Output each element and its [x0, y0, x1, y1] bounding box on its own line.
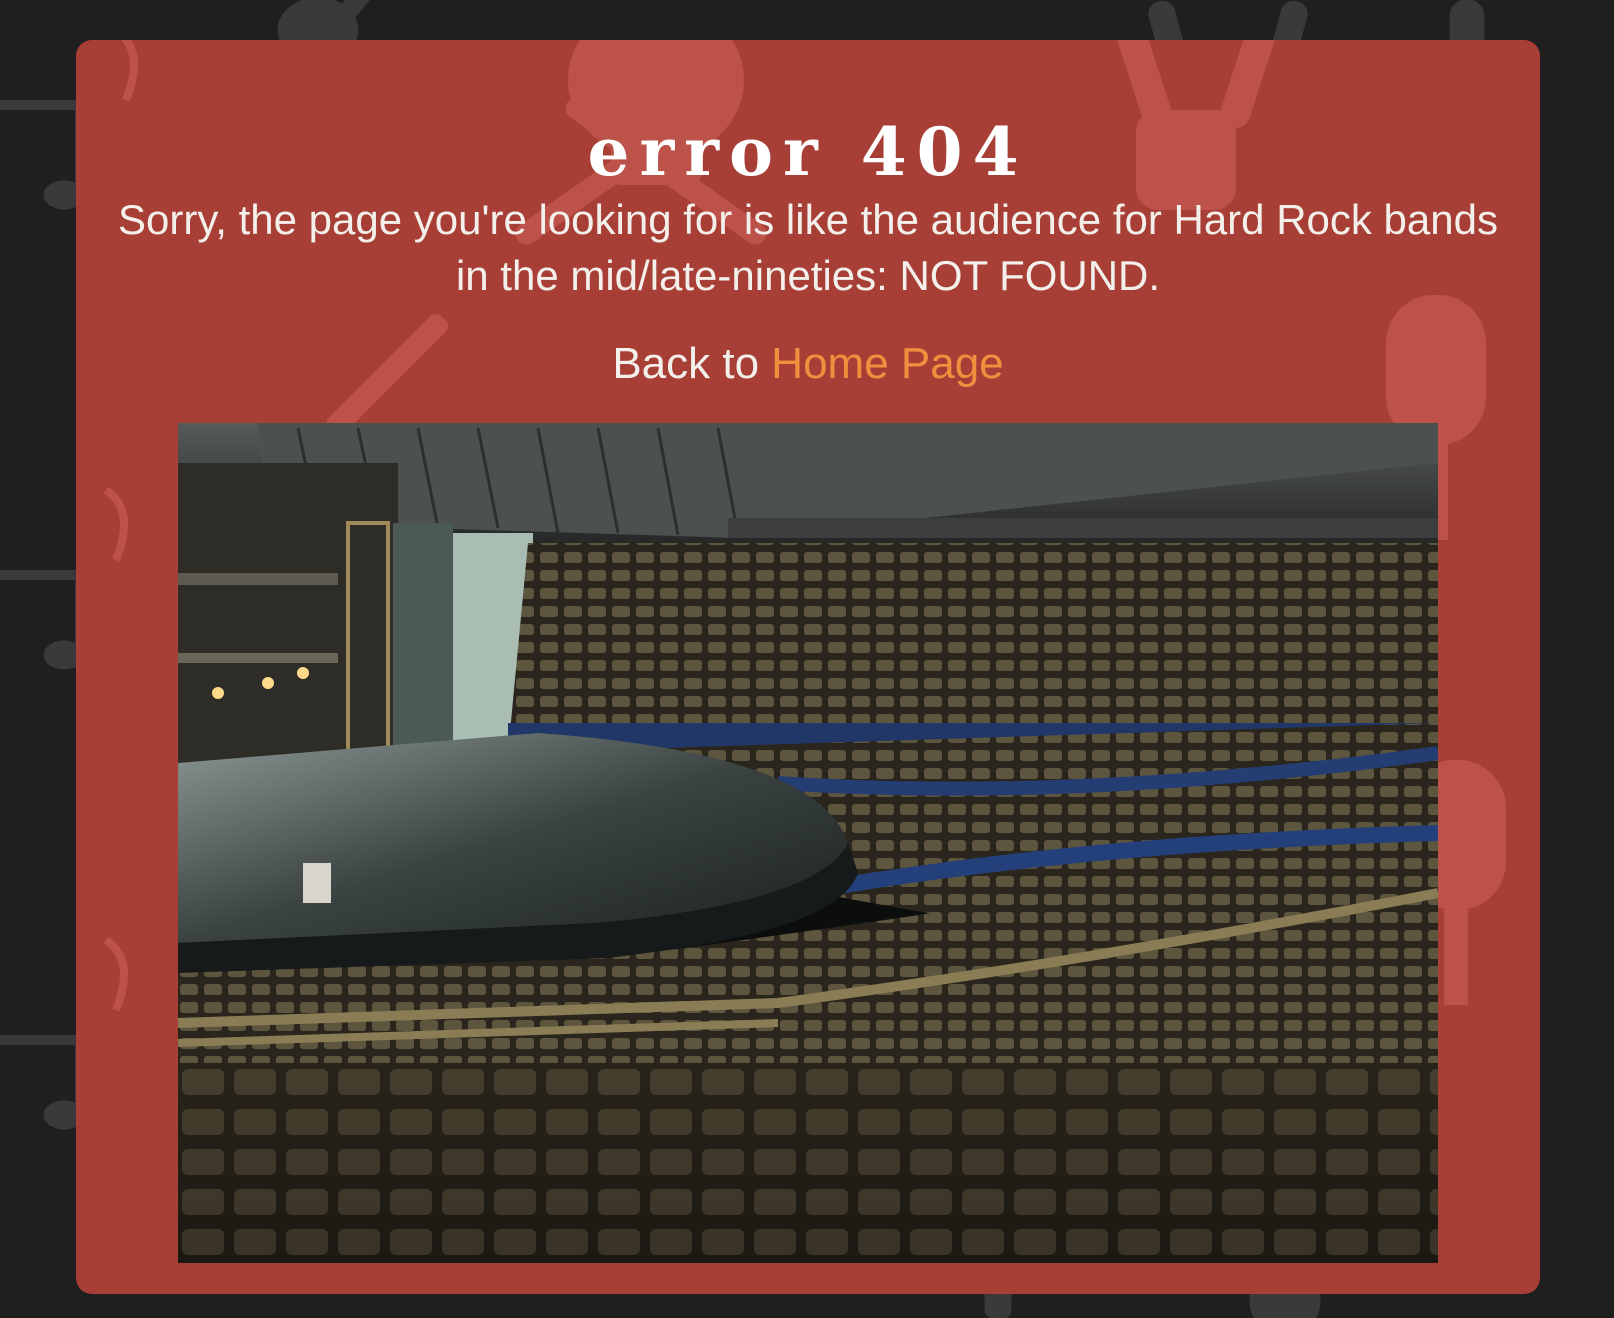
back-to-home: Back to Home Page — [76, 334, 1540, 394]
empty-auditorium-photo — [178, 423, 1438, 1263]
music-note-icon — [0, 100, 85, 210]
error-page: error 404 Sorry, the page you're looking… — [0, 0, 1614, 1318]
error-message: Sorry, the page you're looking for is li… — [118, 196, 1498, 299]
error-card: error 404 Sorry, the page you're looking… — [76, 40, 1540, 1294]
music-note-icon — [0, 570, 85, 670]
music-note-icon — [0, 1035, 85, 1130]
back-prefix: Back to — [612, 339, 772, 388]
error-title: error 404 — [587, 113, 1029, 191]
home-page-link[interactable]: Home Page — [771, 339, 1003, 388]
